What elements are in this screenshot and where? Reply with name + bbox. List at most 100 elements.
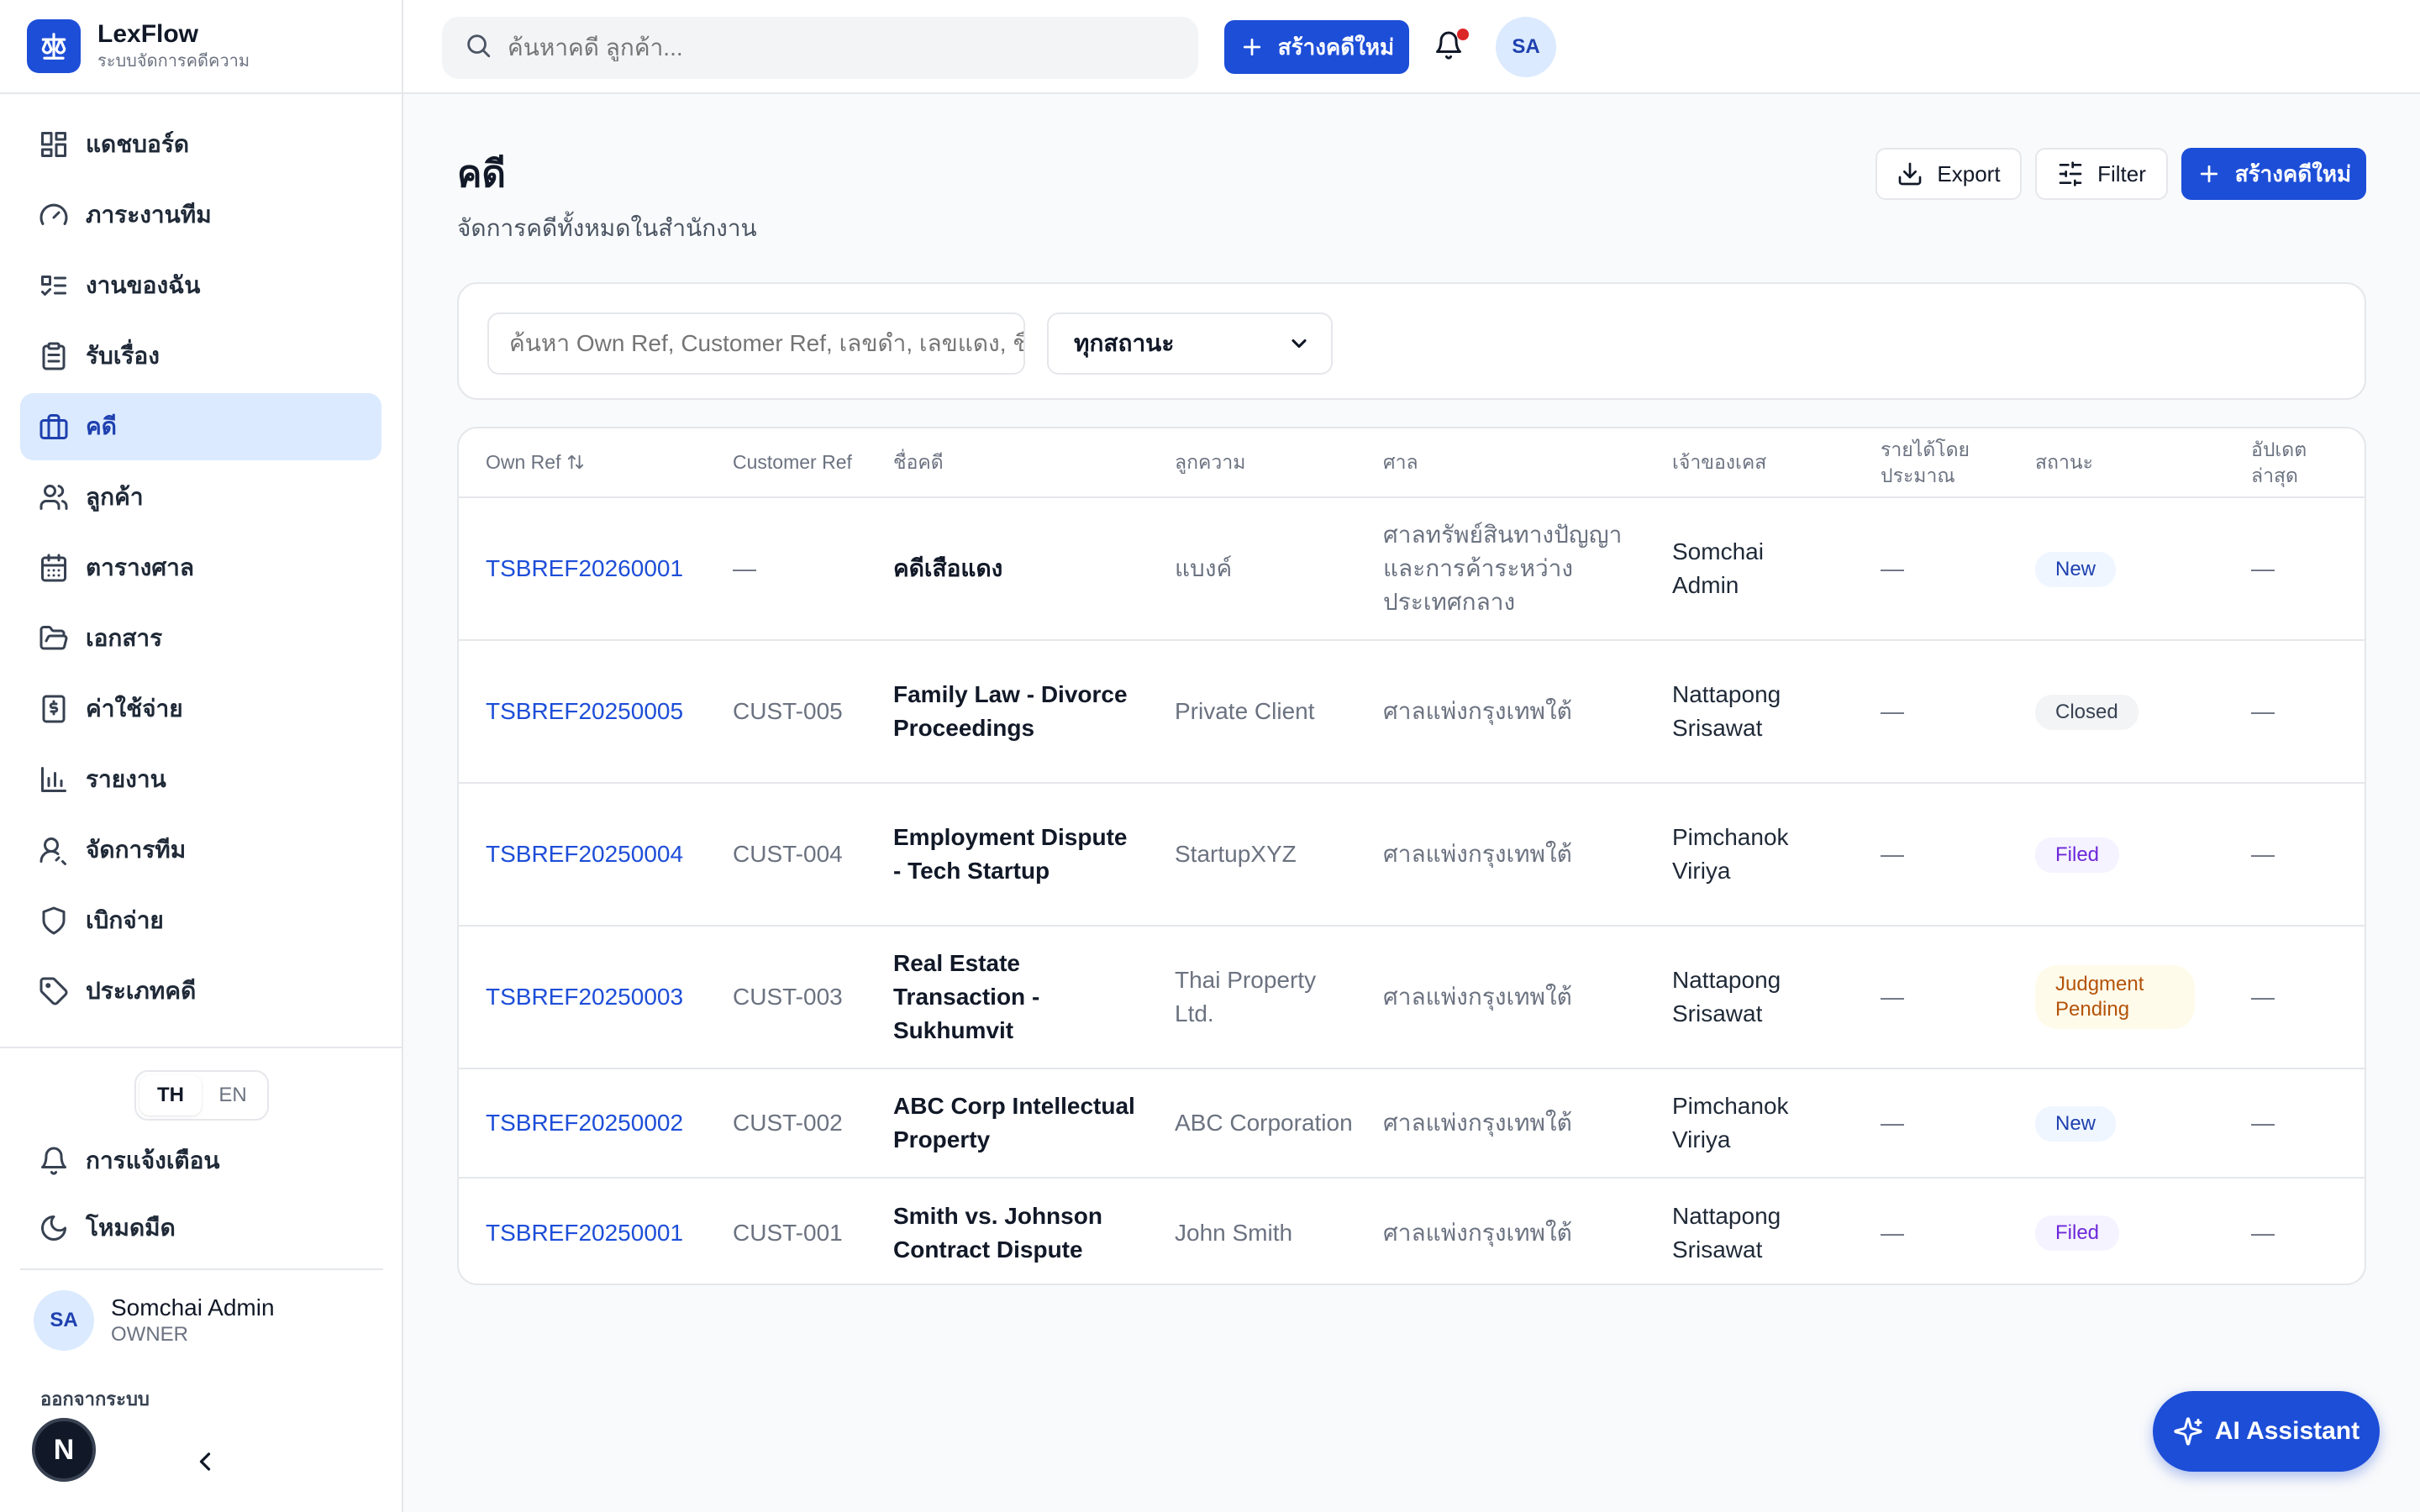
own-ref-link[interactable]: TSBREF20250004 <box>459 783 733 927</box>
moon-icon <box>39 1213 69 1243</box>
column-header-status: สถานะ <box>2035 428 2251 498</box>
shield-icon <box>39 906 69 936</box>
sidebar-item-label: รายงาน <box>86 766 166 792</box>
updated-cell: — <box>2251 640 2365 784</box>
user-cog-icon <box>39 835 69 865</box>
logout-link[interactable]: ออกจากระบบ <box>40 1384 150 1414</box>
revenue-cell: — <box>1881 783 2035 927</box>
client-cell: John Smith <box>1175 1219 1293 1246</box>
receipt-icon <box>39 694 69 724</box>
case-name-cell: Employment Dispute - Tech Startup <box>893 783 1175 927</box>
global-search-input[interactable] <box>508 34 1163 61</box>
scale-icon <box>27 19 81 73</box>
notifications-label: การแจ้งเตือน <box>86 1147 220 1173</box>
global-search[interactable] <box>442 17 1198 79</box>
sidebar-item-case-types[interactable]: ประเภทคดี <box>20 958 381 1025</box>
page-title: คดี <box>457 154 507 195</box>
chevron-left-icon[interactable] <box>190 1446 220 1477</box>
sidebar-item-reports[interactable]: รายงาน <box>20 746 381 813</box>
own-ref-link[interactable]: TSBREF20250001 <box>459 1178 733 1284</box>
top-create-case-button[interactable]: สร้างคดีใหม่ <box>1224 20 1409 74</box>
sidebar-item-team-workload[interactable]: ภาระงานทีม <box>20 181 381 249</box>
sidebar-item-clients[interactable]: ลูกค้า <box>20 464 381 531</box>
status-select-value: ทุกสถานะ <box>1074 330 1175 356</box>
status-select[interactable]: ทุกสถานะ <box>1047 312 1333 375</box>
customer-ref-cell: CUST-004 <box>733 783 893 927</box>
table-row[interactable]: TSBREF20260001— คดีเสือแดง แบงค์ ศาลทรัพย์ส… <box>459 497 2365 641</box>
status-badge: Filed <box>2035 1215 2120 1251</box>
owner-cell: Nattapong Srisawat <box>1672 640 1881 784</box>
own-ref-link[interactable]: TSBREF20250005 <box>459 640 733 784</box>
status-badge: Judgment Pending <box>2035 965 2195 1029</box>
sidebar-item-cases[interactable]: คดี <box>20 393 381 460</box>
revenue-cell: — <box>1881 640 2035 784</box>
dashboard-icon <box>39 129 69 160</box>
avatar: SA <box>34 1290 94 1351</box>
owner-cell: Somchai Admin <box>1672 497 1881 641</box>
owner-cell: Pimchanok Viriya <box>1672 1068 1881 1179</box>
briefcase-icon <box>39 412 69 442</box>
table-row[interactable]: TSBREF20250001 CUST-001 Smith vs. Johnson … <box>459 1178 2365 1284</box>
updated-cell: — <box>2251 783 2365 927</box>
table-row[interactable]: TSBREF20250003 CUST-003 Real Estate Transa… <box>459 926 2365 1069</box>
table-row[interactable]: TSBREF20250004 CUST-004 Employment Dispute… <box>459 783 2365 927</box>
court-cell: ศาลแพ่งกรุงเทพใต้ <box>1383 1219 1572 1246</box>
notifications-link[interactable]: การแจ้งเตือน <box>20 1127 383 1194</box>
table-row[interactable]: TSBREF20250005 CUST-005 Family Law - Divor… <box>459 640 2365 784</box>
create-case-button[interactable]: สร้างคดีใหม่ <box>2181 148 2366 200</box>
own-ref-link[interactable]: TSBREF20250002 <box>459 1068 733 1179</box>
dark-mode-toggle[interactable]: โหมดมืด <box>20 1194 383 1262</box>
column-header-own-ref[interactable]: Own Ref <box>459 428 733 498</box>
court-cell: ศาลแพ่งกรุงเทพใต้ <box>1383 926 1672 1069</box>
client-cell: StartupXYZ <box>1175 783 1383 927</box>
ai-assistant-button[interactable]: AI Assistant <box>2153 1391 2380 1472</box>
column-header-revenue: รายได้โดยประมาณ <box>1881 428 2035 498</box>
court-cell: ศาลทรัพย์สินทางปัญญาและการค้าระหว่างประเ… <box>1383 497 1672 641</box>
sidebar-item-label: ตารางศาล <box>86 554 194 580</box>
sidebar-item-my-tasks[interactable]: งานของฉัน <box>20 252 381 319</box>
bell-icon <box>39 1146 69 1176</box>
language-en-button[interactable]: EN <box>202 1075 264 1116</box>
own-ref-link[interactable]: TSBREF20250003 <box>459 926 733 1069</box>
customer-ref-cell: CUST-001 <box>733 1219 843 1246</box>
table-row[interactable]: TSBREF20250002 CUST-002 ABC Corp Intellect… <box>459 1068 2365 1179</box>
column-header-case-name: ชื่อคดี <box>893 428 1175 498</box>
column-header-updated: อัปเดตล่าสุด <box>2251 428 2365 498</box>
revenue-cell: — <box>1881 497 2035 641</box>
calendar-icon <box>39 553 69 583</box>
sidebar-item-disbursement[interactable]: เบิกจ่าย <box>20 887 381 954</box>
court-cell: ศาลแพ่งกรุงเทพใต้ <box>1383 640 1672 784</box>
chevron-down-icon <box>1292 339 1307 349</box>
status-cell: Filed <box>2035 1178 2251 1284</box>
clipboard-icon <box>39 341 69 371</box>
sidebar-item-label: ประเภทคดี <box>86 978 197 1004</box>
tag-icon <box>39 976 69 1006</box>
user-profile[interactable]: SA Somchai Admin OWNER <box>20 1268 383 1351</box>
sidebar: LexFlow ระบบจัดการคดีความ แดชบอร์ด ภาระง… <box>0 0 403 1512</box>
gauge-icon <box>39 200 69 230</box>
own-ref-link[interactable]: TSBREF20260001 <box>459 497 733 641</box>
sidebar-item-documents[interactable]: เอกสาร <box>20 605 381 672</box>
export-button[interactable]: Export <box>1876 148 2022 200</box>
sidebar-item-intake[interactable]: รับเรื่อง <box>20 323 381 390</box>
sort-icon <box>567 454 584 470</box>
plus-icon <box>2200 165 2217 183</box>
sidebar-item-expenses[interactable]: ค่าใช้จ่าย <box>20 675 381 743</box>
filter-panel: ทุกสถานะ <box>457 282 2366 400</box>
owner-cell: Pimchanok Viriya <box>1672 783 1881 927</box>
status-cell: Closed <box>2035 640 2251 784</box>
sidebar-item-court-schedule[interactable]: ตารางศาล <box>20 534 381 601</box>
court-cell: ศาลแพ่งกรุงเทพใต้ <box>1383 1068 1672 1179</box>
sidebar-item-team-management[interactable]: จัดการทีม <box>20 816 381 884</box>
brand[interactable]: LexFlow ระบบจัดการคดีความ <box>0 0 402 94</box>
filter-button[interactable]: Filter <box>2035 148 2168 200</box>
dark-mode-label: โหมดมืด <box>86 1215 176 1241</box>
filter-label: Filter <box>2097 160 2146 186</box>
case-search-input[interactable] <box>487 312 1025 375</box>
dev-tools-badge[interactable]: N <box>32 1418 96 1482</box>
avatar[interactable]: SA <box>1496 17 1556 77</box>
language-th-button[interactable]: TH <box>139 1075 202 1116</box>
status-badge: Closed <box>2035 694 2139 730</box>
sidebar-item-dashboard[interactable]: แดชบอร์ด <box>20 111 381 178</box>
revenue-cell: — <box>1881 1068 2035 1179</box>
